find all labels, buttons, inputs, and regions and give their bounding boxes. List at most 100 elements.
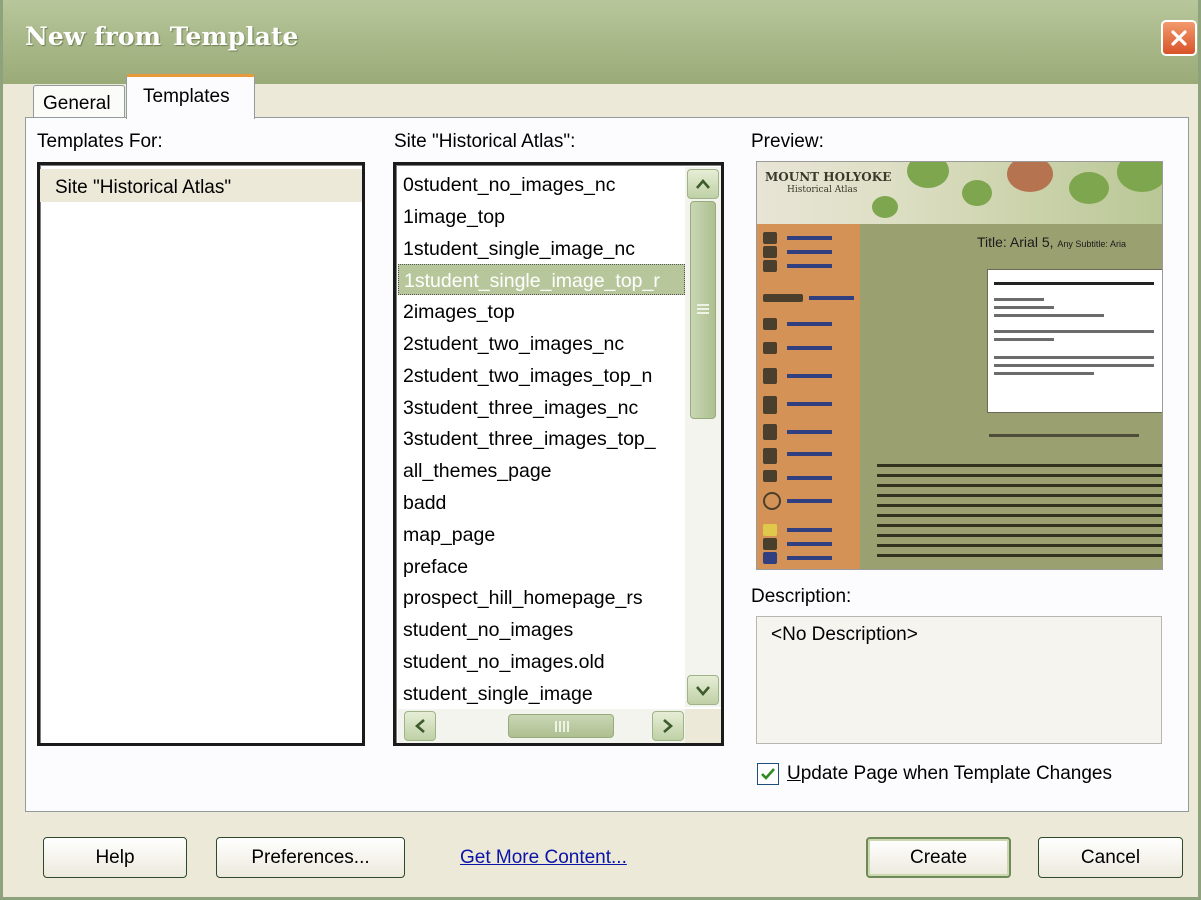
preview-nav-link — [787, 250, 832, 254]
description-text: <No Description> — [756, 616, 1162, 744]
site-template-item[interactable]: 0student_no_images_nc — [398, 169, 685, 200]
preview-nav-link — [787, 322, 832, 326]
preview-nav-icon — [763, 492, 781, 510]
templates-for-list[interactable]: Site "Historical Atlas" — [37, 162, 365, 746]
preview-header: MOUNT HOLYOKE Historical Atlas — [757, 162, 1162, 224]
preview-nav-icon — [763, 470, 777, 482]
preview-nav-icon — [763, 524, 777, 536]
preview-nav-link — [787, 402, 832, 406]
preview-nav-link — [787, 499, 832, 503]
preview-map-tree — [907, 162, 949, 188]
preview-nav-link — [787, 346, 832, 350]
preview-nav-icon — [763, 396, 777, 414]
site-template-item[interactable]: preface — [398, 551, 685, 582]
update-page-checkbox[interactable] — [757, 763, 779, 785]
preview-nav-link — [787, 236, 832, 240]
site-template-item[interactable]: 1student_single_image_top_r — [398, 264, 685, 296]
site-template-item[interactable]: prospect_hill_homepage_rs — [398, 582, 685, 613]
scroll-right-button[interactable] — [652, 711, 684, 741]
preview-nav-link — [787, 542, 832, 546]
preview-nav-link — [787, 528, 832, 532]
preview-text-line — [877, 524, 1162, 527]
preview-nav-link — [809, 296, 854, 300]
accesskey-letter: U — [787, 763, 801, 784]
preview-sidebar — [757, 224, 860, 569]
help-button[interactable]: Help — [43, 837, 187, 878]
preview-nav-icon — [763, 232, 777, 244]
close-button[interactable] — [1161, 20, 1197, 56]
preview-map-tree — [1069, 172, 1109, 204]
site-template-item[interactable]: badd — [398, 487, 685, 518]
site-template-item[interactable]: student_no_images.old — [398, 646, 685, 677]
update-page-label-text: pdate Page when Template Changes — [800, 763, 1112, 784]
preview-text-line — [994, 356, 1154, 359]
site-template-item[interactable]: 1student_single_image_nc — [398, 233, 685, 264]
preview-text-line — [994, 298, 1044, 301]
get-more-content-link[interactable]: Get More Content... — [460, 847, 627, 869]
preview-nav-icon — [763, 342, 777, 354]
grip-line — [567, 721, 569, 732]
window-title: New from Template — [25, 22, 299, 51]
preview-image-placeholder — [987, 269, 1162, 413]
preview-text-line — [994, 338, 1054, 341]
cancel-button-label: Cancel — [1080, 846, 1141, 868]
tab-general[interactable]: General — [33, 85, 125, 118]
preview-text-line — [994, 314, 1104, 317]
preview-text-line — [877, 504, 1162, 507]
preview-nav-icon — [763, 448, 777, 464]
vertical-scroll-thumb[interactable] — [690, 201, 716, 419]
preview-text-line — [877, 514, 1162, 517]
preview-nav-link — [787, 374, 832, 378]
preview-nav-link — [787, 452, 832, 456]
preview-text-line — [994, 306, 1054, 309]
preview-nav-icon — [763, 538, 777, 550]
preview-nav-icon — [763, 294, 803, 302]
horizontal-scroll-thumb[interactable] — [508, 714, 614, 738]
tab-general-label: General — [43, 93, 111, 114]
site-template-list[interactable]: 0student_no_images_nc 1image_top 1student_… — [393, 162, 724, 746]
preferences-button[interactable]: Preferences... — [216, 837, 405, 878]
horizontal-scrollbar[interactable] — [398, 709, 685, 743]
preferences-button-label: Preferences... — [251, 846, 370, 868]
preview-text-line — [877, 474, 1162, 477]
site-template-item[interactable]: map_page — [398, 519, 685, 550]
preview-logo-subtitle: Historical Atlas — [787, 185, 858, 195]
tab-templates-label: Templates — [143, 86, 230, 107]
preview-map-building — [1007, 162, 1053, 192]
preview-text-line — [877, 554, 1162, 557]
vertical-scrollbar[interactable] — [685, 167, 721, 707]
site-template-item[interactable]: student_no_images — [398, 614, 685, 645]
preview-nav-link — [787, 264, 832, 268]
close-icon — [1171, 30, 1187, 46]
templates-for-item[interactable]: Site "Historical Atlas" — [40, 169, 362, 202]
cancel-button[interactable]: Cancel — [1038, 837, 1183, 878]
scroll-left-button[interactable] — [404, 711, 436, 741]
site-template-item[interactable]: all_themes_page — [398, 455, 685, 486]
scroll-down-button[interactable] — [687, 675, 719, 705]
create-button[interactable]: Create — [866, 837, 1011, 878]
site-template-item[interactable]: 3student_three_images_top_ — [398, 423, 685, 454]
tab-templates[interactable]: Templates — [126, 74, 255, 119]
chevron-right-icon — [663, 719, 673, 733]
help-button-label: Help — [95, 846, 135, 868]
site-template-item[interactable]: 2images_top — [398, 296, 685, 327]
site-template-item[interactable]: 3student_three_images_nc — [398, 392, 685, 423]
scroll-up-button[interactable] — [687, 169, 719, 199]
preview-nav-link — [787, 476, 832, 480]
preview-text-line — [994, 282, 1154, 285]
title-bar[interactable]: New from Template — [3, 0, 1198, 84]
grip-line — [697, 304, 709, 306]
site-template-item[interactable]: 2student_two_images_top_n — [398, 360, 685, 391]
grip-line — [697, 308, 709, 310]
scrollbar-corner — [685, 709, 721, 743]
update-page-checkbox-label[interactable]: Update Page when Template Changes — [787, 763, 1112, 785]
site-template-item[interactable]: 1image_top — [398, 201, 685, 232]
preview-nav-icon — [763, 552, 777, 564]
site-template-item[interactable]: 2student_two_images_nc — [398, 328, 685, 359]
preview-text-line — [877, 464, 1162, 467]
site-template-item[interactable]: student_single_image — [398, 678, 685, 709]
create-button-label: Create — [909, 846, 968, 868]
preview-nav-icon — [763, 318, 777, 330]
preview-text-line — [877, 494, 1162, 497]
preview-text-line — [994, 372, 1094, 375]
